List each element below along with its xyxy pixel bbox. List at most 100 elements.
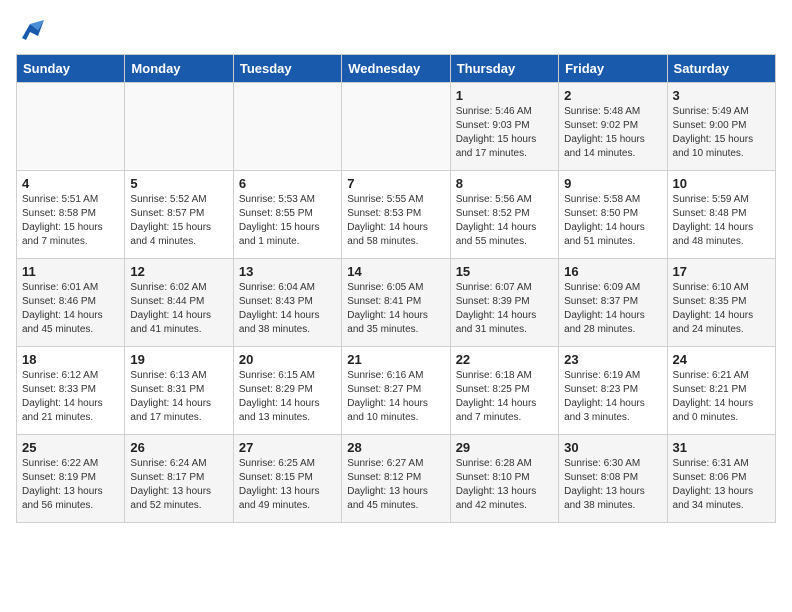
- day-number: 25: [22, 440, 119, 455]
- day-info: Sunrise: 6:16 AM Sunset: 8:27 PM Dayligh…: [347, 369, 444, 425]
- day-number: 3: [673, 88, 770, 103]
- calendar-cell: 22 Sunrise: 6:18 AM Sunset: 8:25 PM Dayli…: [450, 347, 558, 435]
- day-number: 4: [22, 176, 119, 191]
- day-number: 9: [564, 176, 661, 191]
- calendar-header-row: SundayMondayTuesdayWednesdayThursdayFrid…: [17, 55, 776, 83]
- day-info: Sunrise: 6:12 AM Sunset: 8:33 PM Dayligh…: [22, 369, 119, 425]
- calendar-cell: 19 Sunrise: 6:13 AM Sunset: 8:31 PM Dayli…: [125, 347, 233, 435]
- calendar-cell: 12 Sunrise: 6:02 AM Sunset: 8:44 PM Dayli…: [125, 259, 233, 347]
- calendar-cell: 8 Sunrise: 5:56 AM Sunset: 8:52 PM Daylig…: [450, 171, 558, 259]
- calendar-cell: [125, 83, 233, 171]
- day-info: Sunrise: 5:55 AM Sunset: 8:53 PM Dayligh…: [347, 193, 444, 249]
- day-info: Sunrise: 6:24 AM Sunset: 8:17 PM Dayligh…: [130, 457, 227, 513]
- day-number: 2: [564, 88, 661, 103]
- day-header-sunday: Sunday: [17, 55, 125, 83]
- week-row-2: 4 Sunrise: 5:51 AM Sunset: 8:58 PM Daylig…: [17, 171, 776, 259]
- calendar-table: SundayMondayTuesdayWednesdayThursdayFrid…: [16, 54, 776, 523]
- day-number: 21: [347, 352, 444, 367]
- day-number: 11: [22, 264, 119, 279]
- day-info: Sunrise: 6:22 AM Sunset: 8:19 PM Dayligh…: [22, 457, 119, 513]
- day-header-tuesday: Tuesday: [233, 55, 341, 83]
- calendar-cell: 9 Sunrise: 5:58 AM Sunset: 8:50 PM Daylig…: [559, 171, 667, 259]
- calendar-cell: 25 Sunrise: 6:22 AM Sunset: 8:19 PM Dayli…: [17, 435, 125, 523]
- calendar-cell: 4 Sunrise: 5:51 AM Sunset: 8:58 PM Daylig…: [17, 171, 125, 259]
- day-header-thursday: Thursday: [450, 55, 558, 83]
- day-number: 7: [347, 176, 444, 191]
- day-info: Sunrise: 6:13 AM Sunset: 8:31 PM Dayligh…: [130, 369, 227, 425]
- day-info: Sunrise: 5:58 AM Sunset: 8:50 PM Dayligh…: [564, 193, 661, 249]
- calendar-cell: 23Sunrise: 6:19 AM Sunset: 8:23 PM Dayli…: [559, 347, 667, 435]
- calendar-cell: 30Sunrise: 6:30 AM Sunset: 8:08 PM Dayli…: [559, 435, 667, 523]
- day-number: 16: [564, 264, 661, 279]
- day-header-wednesday: Wednesday: [342, 55, 450, 83]
- calendar-body: 1 Sunrise: 5:46 AM Sunset: 9:03 PM Daylig…: [17, 83, 776, 523]
- calendar-cell: 7 Sunrise: 5:55 AM Sunset: 8:53 PM Daylig…: [342, 171, 450, 259]
- day-info: Sunrise: 6:27 AM Sunset: 8:12 PM Dayligh…: [347, 457, 444, 513]
- day-number: 8: [456, 176, 553, 191]
- week-row-4: 18 Sunrise: 6:12 AM Sunset: 8:33 PM Dayli…: [17, 347, 776, 435]
- day-info: Sunrise: 5:52 AM Sunset: 8:57 PM Dayligh…: [130, 193, 227, 249]
- calendar-cell: [233, 83, 341, 171]
- day-header-saturday: Saturday: [667, 55, 775, 83]
- week-row-3: 11 Sunrise: 6:01 AM Sunset: 8:46 PM Dayli…: [17, 259, 776, 347]
- week-row-1: 1 Sunrise: 5:46 AM Sunset: 9:03 PM Daylig…: [17, 83, 776, 171]
- day-info: Sunrise: 6:31 AM Sunset: 8:06 PM Dayligh…: [673, 457, 770, 513]
- day-info: Sunrise: 6:02 AM Sunset: 8:44 PM Dayligh…: [130, 281, 227, 337]
- day-info: Sunrise: 5:46 AM Sunset: 9:03 PM Dayligh…: [456, 105, 553, 161]
- calendar-cell: [342, 83, 450, 171]
- day-header-monday: Monday: [125, 55, 233, 83]
- day-number: 6: [239, 176, 336, 191]
- day-number: 19: [130, 352, 227, 367]
- calendar-cell: 28Sunrise: 6:27 AM Sunset: 8:12 PM Dayli…: [342, 435, 450, 523]
- day-number: 15: [456, 264, 553, 279]
- day-number: 22: [456, 352, 553, 367]
- calendar-cell: [17, 83, 125, 171]
- day-info: Sunrise: 6:05 AM Sunset: 8:41 PM Dayligh…: [347, 281, 444, 337]
- page-header: [16, 16, 776, 44]
- day-number: 13: [239, 264, 336, 279]
- day-number: 10: [673, 176, 770, 191]
- calendar-cell: 27Sunrise: 6:25 AM Sunset: 8:15 PM Dayli…: [233, 435, 341, 523]
- day-number: 18: [22, 352, 119, 367]
- day-info: Sunrise: 6:21 AM Sunset: 8:21 PM Dayligh…: [673, 369, 770, 425]
- calendar-cell: 11 Sunrise: 6:01 AM Sunset: 8:46 PM Dayli…: [17, 259, 125, 347]
- day-info: Sunrise: 6:28 AM Sunset: 8:10 PM Dayligh…: [456, 457, 553, 513]
- day-number: 24: [673, 352, 770, 367]
- calendar-cell: 16 Sunrise: 6:09 AM Sunset: 8:37 PM Dayli…: [559, 259, 667, 347]
- day-info: Sunrise: 6:25 AM Sunset: 8:15 PM Dayligh…: [239, 457, 336, 513]
- calendar-cell: 20 Sunrise: 6:15 AM Sunset: 8:29 PM Dayli…: [233, 347, 341, 435]
- calendar-cell: 6 Sunrise: 5:53 AM Sunset: 8:55 PM Daylig…: [233, 171, 341, 259]
- day-info: Sunrise: 6:15 AM Sunset: 8:29 PM Dayligh…: [239, 369, 336, 425]
- day-number: 20: [239, 352, 336, 367]
- day-number: 31: [673, 440, 770, 455]
- day-info: Sunrise: 5:49 AM Sunset: 9:00 PM Dayligh…: [673, 105, 770, 161]
- day-info: Sunrise: 6:30 AM Sunset: 8:08 PM Dayligh…: [564, 457, 661, 513]
- day-number: 12: [130, 264, 227, 279]
- day-info: Sunrise: 6:10 AM Sunset: 8:35 PM Dayligh…: [673, 281, 770, 337]
- day-number: 1: [456, 88, 553, 103]
- calendar-cell: 14 Sunrise: 6:05 AM Sunset: 8:41 PM Dayli…: [342, 259, 450, 347]
- calendar-cell: 1 Sunrise: 5:46 AM Sunset: 9:03 PM Daylig…: [450, 83, 558, 171]
- logo: [16, 16, 48, 44]
- day-number: 26: [130, 440, 227, 455]
- day-info: Sunrise: 6:04 AM Sunset: 8:43 PM Dayligh…: [239, 281, 336, 337]
- calendar-cell: 21 Sunrise: 6:16 AM Sunset: 8:27 PM Dayli…: [342, 347, 450, 435]
- calendar-cell: 10Sunrise: 5:59 AM Sunset: 8:48 PM Dayli…: [667, 171, 775, 259]
- day-number: 29: [456, 440, 553, 455]
- day-info: Sunrise: 6:07 AM Sunset: 8:39 PM Dayligh…: [456, 281, 553, 337]
- day-info: Sunrise: 6:09 AM Sunset: 8:37 PM Dayligh…: [564, 281, 661, 337]
- day-info: Sunrise: 5:51 AM Sunset: 8:58 PM Dayligh…: [22, 193, 119, 249]
- day-info: Sunrise: 6:01 AM Sunset: 8:46 PM Dayligh…: [22, 281, 119, 337]
- calendar-cell: 31 Sunrise: 6:31 AM Sunset: 8:06 PM Dayli…: [667, 435, 775, 523]
- calendar-cell: 3 Sunrise: 5:49 AM Sunset: 9:00 PM Daylig…: [667, 83, 775, 171]
- calendar-cell: 15 Sunrise: 6:07 AM Sunset: 8:39 PM Dayli…: [450, 259, 558, 347]
- day-info: Sunrise: 5:53 AM Sunset: 8:55 PM Dayligh…: [239, 193, 336, 249]
- day-info: Sunrise: 5:56 AM Sunset: 8:52 PM Dayligh…: [456, 193, 553, 249]
- day-number: 5: [130, 176, 227, 191]
- calendar-cell: 18 Sunrise: 6:12 AM Sunset: 8:33 PM Dayli…: [17, 347, 125, 435]
- logo-icon: [16, 16, 44, 44]
- day-number: 14: [347, 264, 444, 279]
- calendar-cell: 29 Sunrise: 6:28 AM Sunset: 8:10 PM Dayli…: [450, 435, 558, 523]
- day-info: Sunrise: 6:18 AM Sunset: 8:25 PM Dayligh…: [456, 369, 553, 425]
- day-header-friday: Friday: [559, 55, 667, 83]
